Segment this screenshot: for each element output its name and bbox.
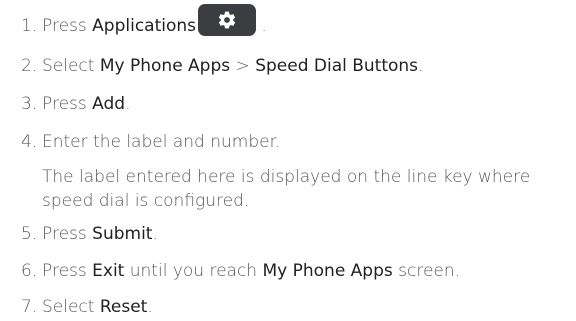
exit-label: Exit bbox=[92, 261, 125, 281]
step-text: Press bbox=[42, 224, 93, 244]
step-text: . bbox=[152, 224, 158, 244]
step-text: > bbox=[230, 56, 256, 76]
step-2: 2. Select My Phone Apps > Speed Dial Butt… bbox=[21, 56, 423, 76]
step-text: Press bbox=[42, 16, 93, 36]
add-label: Add bbox=[92, 94, 126, 114]
step-number: 7. bbox=[21, 297, 38, 317]
speed-dial-buttons-label: Speed Dial Buttons bbox=[255, 56, 419, 76]
step-text: Enter the label and number. bbox=[42, 132, 281, 152]
step-4-note: The label entered here is displayed on t… bbox=[42, 167, 531, 211]
reset-label: Reset bbox=[99, 297, 148, 317]
step-number: 5. bbox=[21, 224, 38, 244]
step-text: Select bbox=[42, 56, 100, 76]
step-number: 3. bbox=[21, 94, 38, 114]
step-number: 6. bbox=[21, 261, 38, 281]
step-number: 4. bbox=[21, 132, 38, 152]
step-text: until you reach bbox=[124, 261, 263, 281]
applications-label: Applications bbox=[92, 16, 196, 36]
step-text: . bbox=[147, 297, 153, 317]
gear-icon bbox=[218, 11, 236, 29]
step-text: screen. bbox=[392, 261, 461, 281]
applications-button bbox=[198, 4, 256, 36]
submit-label: Submit bbox=[92, 224, 153, 244]
step-text: . bbox=[125, 94, 131, 114]
step-number: 1. bbox=[21, 16, 38, 36]
step-5: 5. Press Submit. bbox=[21, 224, 158, 244]
step-6: 6. Press Exit until you reach My Phone Ap… bbox=[21, 261, 460, 281]
step-text: . bbox=[418, 56, 424, 76]
step-1: 1. Press Applications . bbox=[21, 4, 267, 36]
my-phone-apps-label: My Phone Apps bbox=[262, 261, 393, 281]
my-phone-apps-label: My Phone Apps bbox=[99, 56, 231, 76]
step-4: 4. Enter the label and number. bbox=[21, 132, 280, 152]
step-number: 2. bbox=[21, 56, 38, 76]
step-text: Press bbox=[42, 94, 93, 114]
step-text: Press bbox=[42, 261, 93, 281]
step-3: 3. Press Add. bbox=[21, 94, 130, 114]
step-text: Select bbox=[42, 297, 100, 317]
step-7: 7. Select Reset. bbox=[21, 297, 153, 317]
step-text: . bbox=[256, 16, 267, 36]
